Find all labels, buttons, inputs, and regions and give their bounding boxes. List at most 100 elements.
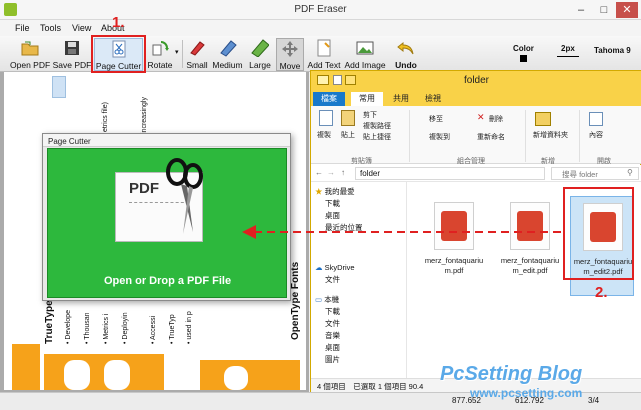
orange-logo-strip [200, 360, 300, 390]
eraser-large-button[interactable]: Large [246, 38, 274, 71]
size-value[interactable]: 2px [561, 44, 575, 53]
rotate-label: Rotate [147, 60, 173, 70]
nav-favorites[interactable]: ★ 我的最愛 [315, 186, 355, 198]
minimize-button[interactable]: – [570, 2, 592, 18]
search-icon: ⚲ [627, 168, 633, 177]
nav-skydrive[interactable]: ☁ SkyDrive [315, 262, 355, 274]
eraser-small-button[interactable]: Small [184, 38, 210, 71]
status-page: 3/4 [588, 396, 600, 405]
tab-home[interactable]: 常用 [351, 92, 383, 106]
title-bar: PDF Eraser – □ ✕ [0, 0, 641, 20]
nav-pc-documents[interactable]: 文件 [325, 318, 340, 330]
ribbon-paste-shortcut[interactable]: 貼上捷徑 [363, 132, 391, 142]
color-label: Color [513, 44, 534, 53]
font-value[interactable]: Tahoma 9 [594, 46, 631, 55]
eraser-large-label: Large [249, 60, 271, 70]
scissors-icon [166, 158, 203, 234]
nav-label: 桌面 [325, 211, 340, 220]
eraser-medium-button[interactable]: Medium [211, 38, 244, 71]
undo-label: Undo [395, 60, 417, 70]
vertical-bullet-5: • Accessi [150, 315, 157, 344]
explorer-title-bar: folder [311, 71, 641, 90]
orange-logo-cutout [104, 360, 130, 390]
ribbon-copy-to[interactable]: 複製到 [429, 132, 450, 142]
orange-logo-strip [12, 344, 40, 390]
rotate-button[interactable]: Rotate [144, 38, 176, 71]
orange-logo-cutout [64, 360, 90, 390]
computer-icon: ▭ [315, 295, 323, 304]
back-arrow-icon[interactable]: ← [315, 168, 323, 177]
menu-tools[interactable]: Tools [40, 23, 61, 33]
ribbon-rename[interactable]: 重新命名 [477, 132, 505, 142]
ribbon-paste[interactable]: 貼上 [341, 130, 355, 140]
nav-pc-downloads[interactable]: 下載 [325, 306, 340, 318]
vertical-bullet-3: • Metrics i [103, 313, 110, 344]
size-line [557, 56, 579, 57]
nav-desktop[interactable]: 桌面 [325, 210, 340, 222]
tab-view[interactable]: 檢視 [417, 92, 449, 106]
file-item[interactable]: merz_fontaquarium.pdf [422, 196, 486, 296]
ribbon-copy[interactable]: 複製 [317, 130, 331, 140]
undo-button[interactable]: Undo [392, 38, 420, 71]
open-folder-icon [21, 41, 39, 56]
nav-label: 桌面 [325, 343, 340, 352]
forward-arrow-icon[interactable]: → [327, 168, 335, 177]
eraser-medium-icon [219, 40, 237, 57]
ribbon-cut[interactable]: 剪下 [363, 110, 377, 120]
nav-pc-pictures[interactable]: 圖片 [325, 354, 340, 366]
ribbon-separator [525, 110, 526, 162]
menu-file[interactable]: File [15, 23, 30, 33]
move-icon [282, 41, 298, 57]
add-image-label: Add Image [344, 60, 386, 70]
tab-share[interactable]: 共用 [385, 92, 417, 106]
move-button[interactable]: Move [276, 38, 304, 71]
highlight-page-cutter [91, 35, 146, 73]
vertical-bullet-4: • Deployin [122, 312, 129, 344]
delete-icon: ✕ [477, 112, 485, 122]
nav-pc-music[interactable]: 音樂 [325, 330, 340, 342]
vertical-text-metrics: etrics file) [102, 102, 109, 132]
explorer-title: folder [463, 75, 489, 86]
ribbon-separator [579, 110, 580, 162]
ribbon-move-to[interactable]: 移至 [429, 114, 443, 124]
up-arrow-icon[interactable]: ↑ [341, 168, 345, 177]
save-pdf-button[interactable]: Save PDF [52, 38, 92, 71]
paste-icon [341, 110, 355, 126]
ribbon-properties[interactable]: 內容 [589, 130, 603, 140]
file-item[interactable]: merz_fontaquarium_edit.pdf [498, 196, 562, 296]
vertical-bullet-6: • TrueTyp [169, 314, 176, 344]
add-image-button[interactable]: Add Image [344, 38, 386, 71]
save-pdf-label: Save PDF [52, 60, 92, 70]
vertical-bullet-2: • Thousan [84, 312, 91, 344]
nav-label: 文件 [325, 319, 340, 328]
search-field[interactable]: 搜尋 folder ⚲ [551, 167, 639, 180]
nav-downloads[interactable]: 下載 [325, 198, 340, 210]
cloud-icon: ☁ [315, 263, 323, 272]
step-2-label: 2. [595, 284, 608, 301]
tab-file[interactable]: 檔案 [313, 92, 345, 106]
address-field[interactable]: folder [355, 167, 545, 180]
nav-pc-desktop[interactable]: 桌面 [325, 342, 340, 354]
explorer-ribbon: 複製 貼上 剪下 複製路徑 貼上捷徑 剪貼簿 移至 複製到 ✕ 刪除 重新命名 … [311, 106, 641, 165]
maximize-button[interactable]: □ [593, 2, 615, 18]
ribbon-copy-path[interactable]: 複製路徑 [363, 121, 391, 131]
nav-label: 文件 [325, 275, 340, 284]
close-button[interactable]: ✕ [616, 2, 638, 18]
color-swatch[interactable] [520, 55, 527, 62]
rotate-dropdown-icon[interactable]: ▾ [175, 48, 179, 56]
ribbon-delete[interactable]: 刪除 [489, 114, 503, 124]
add-text-button[interactable]: Add Text [306, 38, 342, 71]
watermark: PcSetting Blog [440, 363, 583, 385]
open-pdf-button[interactable]: Open PDF [10, 38, 50, 71]
open-pdf-label: Open PDF [10, 60, 51, 70]
watermark-url: www.pcsetting.com [470, 386, 583, 400]
nav-this-pc[interactable]: ▭ 本機 [315, 294, 339, 306]
nav-label: 圖片 [325, 355, 340, 364]
pdf-icon-label: PDF [129, 180, 159, 197]
nav-label: 下載 [325, 199, 340, 208]
orange-logo-cutout [224, 366, 248, 390]
nav-skydrive-documents[interactable]: 文件 [325, 274, 340, 286]
menu-view[interactable]: View [72, 23, 91, 33]
dialog-title: Page Cutter [48, 137, 91, 146]
ribbon-new-folder[interactable]: 新增資料夾 [533, 130, 568, 140]
